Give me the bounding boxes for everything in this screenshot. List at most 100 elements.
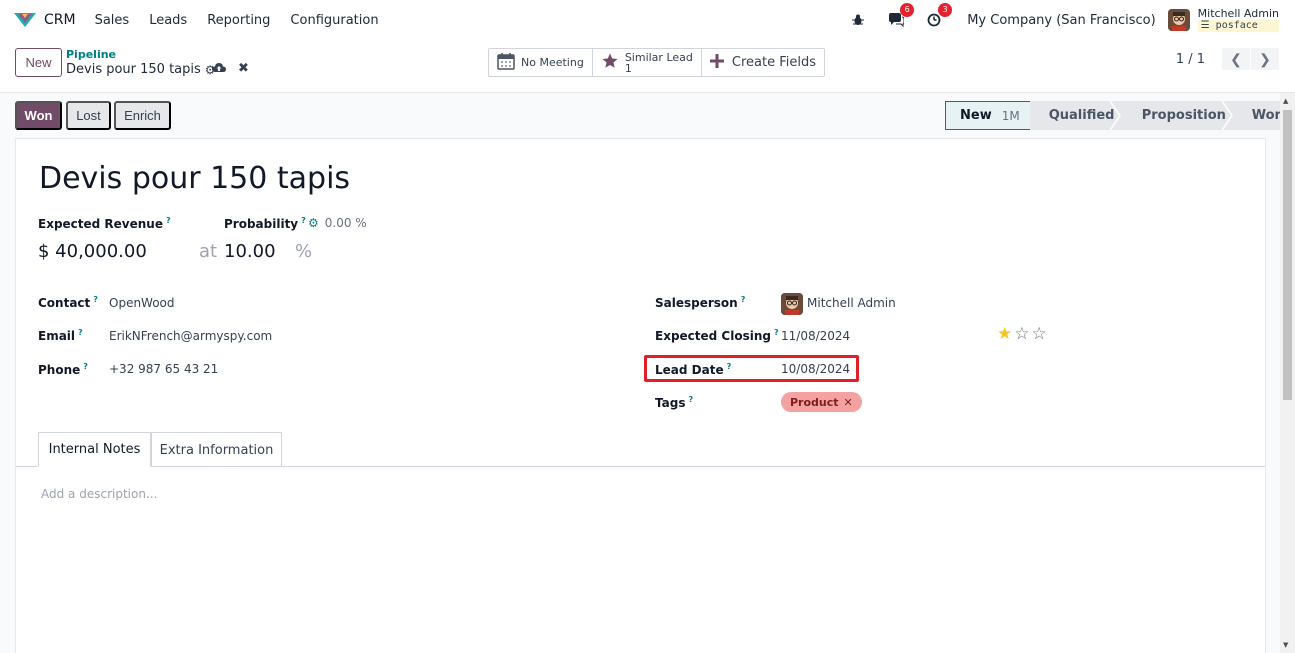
email-field[interactable]: ErikNFrench@armyspy.com [109,329,272,343]
won-button[interactable]: Won [15,101,62,130]
create-fields-button[interactable]: Create Fields [702,49,824,76]
menu-reporting[interactable]: Reporting [207,13,270,28]
pager-previous-button[interactable]: ❮ [1222,48,1250,70]
lost-button[interactable]: Lost [66,101,111,130]
app-name[interactable]: CRM [44,12,76,28]
no-meeting-button[interactable]: No Meeting [489,49,593,76]
pager-next-button[interactable]: ❯ [1251,48,1279,70]
tag-label: Product [790,395,839,409]
expected-revenue-input[interactable]: $ 40,000.00 [38,241,147,262]
star-empty-icon[interactable]: ☆ [1032,324,1047,344]
plus-icon [709,53,724,72]
calendar-icon [497,52,515,74]
stage-pipeline: New 1M Qualified Proposition Won [945,101,1295,130]
help-tooltip-icon[interactable]: ? [727,362,732,371]
salesperson-label: Salesperson? [655,295,746,310]
help-tooltip-icon[interactable]: ? [78,328,83,337]
company-switcher[interactable]: My Company (San Francisco) [967,13,1155,28]
contact-field[interactable]: OpenWood [109,296,175,310]
star-filled-icon[interactable]: ★ [997,324,1012,344]
description-editor[interactable]: Add a description... [41,487,157,501]
similar-lead-count: 1 [624,61,632,75]
breadcrumb-pipeline[interactable]: Pipeline [66,48,116,61]
stage-proposition[interactable]: Proposition [1121,101,1226,130]
tags-label: Tags? [655,395,694,410]
help-tooltip-icon[interactable]: ? [93,295,98,304]
phone-field[interactable]: +32 987 65 43 21 [109,362,218,376]
tab-internal-notes[interactable]: Internal Notes [38,432,151,467]
help-tooltip-icon[interactable]: ? [774,328,779,337]
email-label: Email? [38,328,83,343]
salesperson-avatar [781,293,803,315]
percent-label: % [295,241,313,262]
phone-label: Phone? [38,362,88,377]
expected-revenue-label: Expected Revenue? [38,216,171,231]
tag-product[interactable]: Product ✕ [781,392,862,412]
probability-label: Probability? [224,216,306,231]
lead-date-field[interactable]: 10/08/2024 [781,362,850,376]
messages-chat-icon[interactable]: 6 [887,3,915,29]
breadcrumb-current-label: Devis pour 150 tapis [66,62,201,77]
stage-new[interactable]: New 1M [945,101,1031,130]
chevron-right-icon: ❯ [1259,50,1271,67]
contact-label: Contact? [38,295,98,310]
form-sheet: Devis pour 150 tapis Expected Revenue? P… [15,138,1266,653]
at-label: at [199,241,218,262]
star-empty-icon[interactable]: ☆ [1014,324,1029,344]
top-navbar: CRM Sales Leads Reporting Configuration … [0,0,1295,40]
scrollbar-thumb[interactable] [1283,110,1292,400]
stage-new-label: New [960,108,992,123]
debug-bug-icon[interactable] [849,11,867,29]
enrich-button[interactable]: Enrich [114,101,171,130]
crm-logo-icon[interactable] [14,13,36,27]
tag-remove-icon[interactable]: ✕ [844,396,853,409]
activities-clock-icon[interactable]: 3 [925,3,953,29]
probability-auto-value: 0.00 % [324,216,367,230]
breadcrumb-current: Devis pour 150 tapis ⚙ [66,62,216,77]
pager-value[interactable]: 1 / 1 [1176,52,1205,67]
user-menu[interactable]: Mitchell Admin ☰ posface [1197,7,1279,32]
smart-buttons: No Meeting Similar Lead 1 Create Fields [488,48,825,77]
tab-extra-information[interactable]: Extra Information [151,432,282,467]
gear-icon[interactable]: ⚙ [308,216,319,230]
control-panel: New Pipeline Devis pour 150 tapis ⚙ ✖ No… [0,40,1295,93]
lead-title[interactable]: Devis pour 150 tapis [39,161,350,196]
discard-close-icon[interactable]: ✖ [238,61,249,76]
create-fields-label: Create Fields [731,55,816,70]
menu-sales[interactable]: Sales [95,13,130,28]
new-record-button[interactable]: New [15,48,62,77]
notebook-tabs: Internal Notes Extra Information [16,432,1265,467]
similar-lead-text: Similar Lead 1 [625,52,693,74]
database-name: ☰ posface [1197,20,1279,32]
lead-date-label: Lead Date? [655,362,732,377]
probability-input[interactable]: 10.00 [224,241,276,262]
save-cloud-icon[interactable] [212,62,226,78]
menu-leads[interactable]: Leads [149,13,187,28]
help-tooltip-icon[interactable]: ? [83,362,88,371]
scroll-up-icon[interactable]: ▲ [1283,97,1288,105]
expected-closing-label: Expected Closing? [655,328,779,343]
help-tooltip-icon[interactable]: ? [688,395,693,404]
star-icon [601,52,619,74]
user-avatar[interactable] [1167,9,1190,31]
priority-stars: ★ ☆ ☆ [997,324,1049,344]
page-scrollbar[interactable]: ▲ ▼ [1280,93,1295,653]
activities-badge: 3 [938,3,953,17]
similar-lead-button[interactable]: Similar Lead 1 [593,49,702,76]
stage-qualified[interactable]: Qualified [1029,101,1114,130]
scroll-down-icon[interactable]: ▼ [1283,641,1288,649]
help-tooltip-icon[interactable]: ? [741,295,746,304]
no-meeting-label: No Meeting [521,56,584,69]
probability-auto[interactable]: ⚙ 0.00 % [308,216,367,230]
similar-lead-label: Similar Lead [624,50,693,64]
salesperson-field[interactable]: Mitchell Admin [807,296,896,310]
stage-new-duration: 1M [1001,108,1020,123]
user-name: Mitchell Admin [1197,7,1279,20]
help-tooltip-icon[interactable]: ? [166,216,171,225]
menu-configuration[interactable]: Configuration [290,13,378,28]
messages-badge: 6 [900,3,915,17]
expected-closing-field[interactable]: 11/08/2024 [781,329,850,343]
chevron-left-icon: ❮ [1230,50,1242,67]
help-tooltip-icon[interactable]: ? [301,216,306,225]
status-bar: Won Lost Enrich New 1M Qualified Proposi… [0,93,1295,138]
